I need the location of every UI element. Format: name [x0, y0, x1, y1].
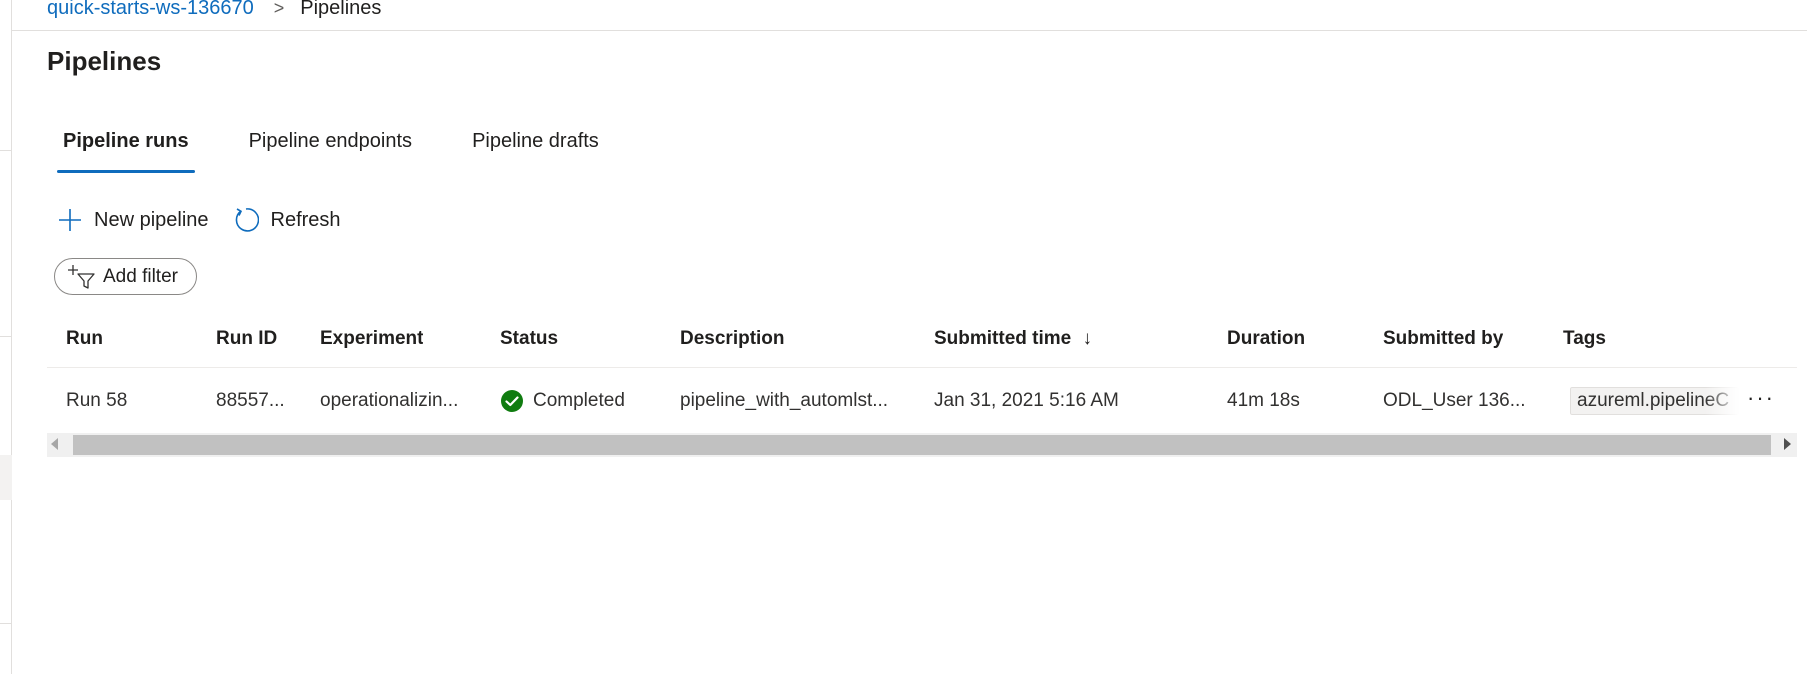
table-row[interactable]: Run 58 88557... operationalizin... Compl… — [47, 368, 1797, 434]
table-header-row: Run Run ID Experiment Status Description… — [47, 310, 1797, 368]
horizontal-scrollbar[interactable] — [47, 433, 1797, 457]
check-circle-icon — [501, 390, 523, 412]
breadcrumb-workspace-link[interactable]: quick-starts-ws-136670 — [47, 0, 254, 20]
add-filter-button[interactable]: Add filter — [54, 258, 197, 295]
scrollbar-thumb[interactable] — [73, 435, 1771, 455]
rail-divider — [0, 150, 12, 151]
left-nav-rail — [0, 0, 12, 674]
add-filter-label: Add filter — [103, 265, 178, 287]
tags-cell: azureml.pipelineC — [1570, 368, 1750, 434]
scroll-right-arrow-icon[interactable] — [1784, 438, 1791, 450]
rail-selected-item[interactable] — [0, 455, 12, 500]
run-id-link[interactable]: 88557... — [216, 368, 285, 434]
scroll-left-arrow-icon[interactable] — [51, 438, 58, 450]
column-header-run-id[interactable]: Run ID — [216, 310, 277, 368]
submitted-time-cell: Jan 31, 2021 5:16 AM — [934, 390, 1119, 411]
new-pipeline-label: New pipeline — [94, 208, 209, 231]
refresh-label: Refresh — [270, 208, 341, 231]
command-bar: New pipeline Refresh — [58, 203, 365, 237]
duration-cell: 41m 18s — [1227, 390, 1300, 411]
breadcrumb-current: Pipelines — [300, 0, 382, 19]
column-header-submitted-time[interactable]: Submitted time ↓ — [934, 310, 1092, 368]
new-pipeline-button[interactable]: New pipeline — [58, 208, 209, 232]
submitted-time-label: Submitted time — [934, 328, 1072, 349]
breadcrumb: quick-starts-ws-136670 > Pipelines — [47, 0, 381, 22]
plus-icon — [59, 209, 81, 231]
tab-pipeline-runs[interactable]: Pipeline runs — [57, 125, 195, 173]
tab-pipeline-drafts[interactable]: Pipeline drafts — [466, 125, 605, 173]
experiment-link[interactable]: operationalizin... — [320, 368, 480, 434]
rail-divider — [0, 623, 12, 624]
rail-divider — [0, 336, 12, 337]
column-header-tags[interactable]: Tags — [1563, 310, 1606, 368]
tag-chip[interactable]: azureml.pipelineC — [1570, 387, 1739, 415]
column-header-description[interactable]: Description — [680, 310, 785, 368]
refresh-icon — [235, 208, 259, 232]
submitted-by-cell: ODL_User 136... — [1383, 390, 1526, 411]
page-title: Pipelines — [47, 46, 162, 76]
pipeline-runs-table: Run Run ID Experiment Status Description… — [47, 310, 1797, 434]
more-options-button[interactable]: ··· — [1747, 368, 1775, 434]
status-cell: Completed — [500, 368, 625, 434]
header-divider — [12, 30, 1807, 31]
column-header-status[interactable]: Status — [500, 310, 558, 368]
tab-list: Pipeline runs Pipeline endpoints Pipelin… — [57, 125, 653, 173]
breadcrumb-separator: > — [273, 0, 285, 18]
status-text: Completed — [533, 390, 625, 411]
refresh-button[interactable]: Refresh — [233, 207, 341, 233]
description-cell: pipeline_with_automlst... — [680, 390, 889, 411]
column-header-duration[interactable]: Duration — [1227, 310, 1305, 368]
column-header-run[interactable]: Run — [66, 310, 103, 368]
sort-descending-icon: ↓ — [1082, 328, 1093, 349]
column-header-experiment[interactable]: Experiment — [320, 310, 423, 368]
add-filter-icon — [68, 264, 95, 289]
tab-pipeline-endpoints[interactable]: Pipeline endpoints — [243, 125, 418, 173]
column-header-submitted-by[interactable]: Submitted by — [1383, 310, 1503, 368]
run-link[interactable]: Run 58 — [66, 368, 127, 434]
